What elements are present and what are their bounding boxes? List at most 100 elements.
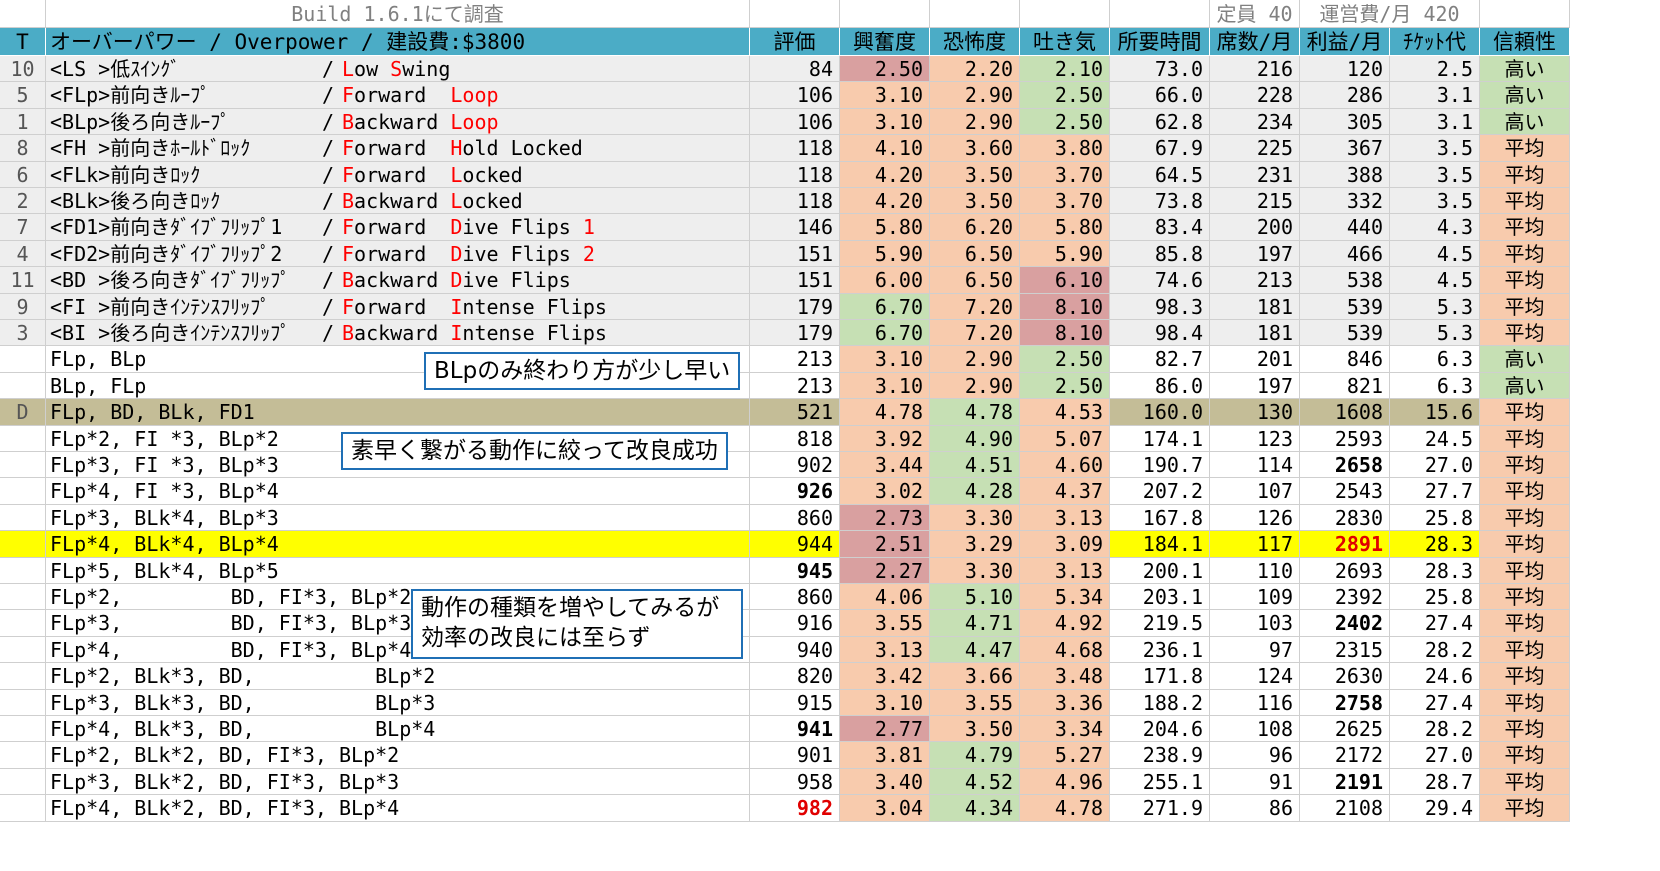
ride-name-cell[interactable]: FLp*4, BLk*4, BLp*4	[46, 531, 750, 558]
header-nausea[interactable]: 吐き気	[1020, 28, 1110, 56]
duration-cell[interactable]: 74.6	[1110, 267, 1210, 294]
row-id-cell[interactable]	[0, 584, 46, 611]
nausea-cell[interactable]: 3.48	[1020, 663, 1110, 690]
excitement-cell[interactable]: 2.51	[840, 531, 930, 558]
nausea-cell[interactable]: 2.50	[1020, 108, 1110, 136]
duration-cell[interactable]: 67.9	[1110, 135, 1210, 162]
excitement-cell[interactable]: 3.55	[840, 610, 930, 637]
profit-cell[interactable]: 2108	[1300, 795, 1390, 822]
seats-cell[interactable]: 231	[1210, 161, 1300, 188]
reliability-cell[interactable]: 高い	[1480, 56, 1570, 83]
row-id-cell[interactable]: 5	[0, 82, 46, 109]
rating-cell[interactable]: 916	[750, 610, 840, 637]
seats-cell[interactable]: 124	[1210, 663, 1300, 690]
rating-cell[interactable]: 84	[750, 56, 840, 83]
row-id-cell[interactable]: 2	[0, 188, 46, 215]
profit-cell[interactable]: 539	[1300, 320, 1390, 347]
intensity-cell[interactable]: 5.10	[930, 584, 1020, 611]
intensity-cell[interactable]: 3.30	[930, 504, 1020, 532]
reliability-cell[interactable]: 平均	[1480, 663, 1570, 690]
row-id-cell[interactable]	[0, 557, 46, 584]
profit-cell[interactable]: 2172	[1300, 742, 1390, 769]
row-id-cell[interactable]	[0, 663, 46, 690]
header-title[interactable]: オーバーパワー / Overpower / 建設費:$3800	[46, 28, 750, 56]
intensity-cell[interactable]: 2.90	[930, 82, 1020, 109]
duration-cell[interactable]: 255.1	[1110, 768, 1210, 796]
intensity-cell[interactable]: 2.20	[930, 56, 1020, 83]
ticket-cell[interactable]: 4.5	[1390, 267, 1480, 294]
excitement-cell[interactable]: 3.10	[840, 372, 930, 400]
ride-name-cell[interactable]: FLp*4, BLk*2, BD, FI*3, BLp*4	[46, 795, 750, 822]
rating-cell[interactable]: 941	[750, 716, 840, 743]
row-id-cell[interactable]: 8	[0, 135, 46, 162]
nausea-cell[interactable]: 2.50	[1020, 346, 1110, 373]
intensity-cell[interactable]: 6.50	[930, 240, 1020, 268]
excitement-cell[interactable]: 2.50	[840, 56, 930, 83]
ticket-cell[interactable]: 4.5	[1390, 240, 1480, 268]
ticket-cell[interactable]: 24.6	[1390, 663, 1480, 690]
row-id-cell[interactable]: 3	[0, 320, 46, 347]
nausea-cell[interactable]: 5.07	[1020, 425, 1110, 452]
row-id-cell[interactable]: 1	[0, 108, 46, 136]
row-id-cell[interactable]	[0, 452, 46, 479]
rating-cell[interactable]: 982	[750, 795, 840, 822]
seats-cell[interactable]: 130	[1210, 399, 1300, 426]
nausea-cell[interactable]: 3.80	[1020, 135, 1110, 162]
reliability-cell[interactable]: 高い	[1480, 346, 1570, 373]
profit-cell[interactable]: 2625	[1300, 716, 1390, 743]
duration-cell[interactable]: 98.3	[1110, 293, 1210, 320]
header-t[interactable]: T	[0, 28, 46, 56]
row-id-cell[interactable]	[0, 716, 46, 743]
duration-cell[interactable]: 190.7	[1110, 452, 1210, 479]
seats-cell[interactable]: 109	[1210, 584, 1300, 611]
row-id-cell[interactable]: 11	[0, 267, 46, 294]
intensity-cell[interactable]: 4.28	[930, 478, 1020, 505]
rating-cell[interactable]: 902	[750, 452, 840, 479]
ticket-cell[interactable]: 28.2	[1390, 636, 1480, 664]
duration-cell[interactable]: 184.1	[1110, 531, 1210, 558]
ride-name-cell[interactable]: FLp*3, BLk*3, BD, BLp*3	[46, 689, 750, 716]
ticket-cell[interactable]: 3.5	[1390, 135, 1480, 162]
excitement-cell[interactable]: 4.78	[840, 399, 930, 426]
profit-cell[interactable]: 2693	[1300, 557, 1390, 584]
seats-cell[interactable]: 126	[1210, 504, 1300, 532]
duration-cell[interactable]: 203.1	[1110, 584, 1210, 611]
ride-name-cell[interactable]: <FD1>前向きﾀﾞｲﾌﾞﾌﾘｯﾌﾟ1/ Forward Dive Flips …	[46, 214, 750, 241]
nausea-cell[interactable]: 3.70	[1020, 188, 1110, 215]
seats-cell[interactable]: 228	[1210, 82, 1300, 109]
rating-cell[interactable]: 820	[750, 663, 840, 690]
ticket-cell[interactable]: 25.8	[1390, 504, 1480, 532]
profit-cell[interactable]: 2593	[1300, 425, 1390, 452]
intensity-cell[interactable]: 3.50	[930, 716, 1020, 743]
rating-cell[interactable]: 818	[750, 425, 840, 452]
nausea-cell[interactable]: 3.13	[1020, 504, 1110, 532]
ride-name-cell[interactable]: FLp*3, BLk*2, BD, FI*3, BLp*3	[46, 768, 750, 796]
header-excitement[interactable]: 興奮度	[840, 28, 930, 56]
rating-cell[interactable]: 179	[750, 320, 840, 347]
reliability-cell[interactable]: 平均	[1480, 478, 1570, 505]
intensity-cell[interactable]: 2.90	[930, 346, 1020, 373]
intensity-cell[interactable]: 3.30	[930, 557, 1020, 584]
nausea-cell[interactable]: 8.10	[1020, 320, 1110, 347]
intensity-cell[interactable]: 4.47	[930, 636, 1020, 664]
intensity-cell[interactable]: 3.60	[930, 135, 1020, 162]
nausea-cell[interactable]: 3.34	[1020, 716, 1110, 743]
ride-name-cell[interactable]: <BLk>後ろ向きﾛｯｸ / Backward Locked	[46, 188, 750, 215]
reliability-cell[interactable]: 平均	[1480, 610, 1570, 637]
rating-cell[interactable]: 213	[750, 372, 840, 400]
intensity-cell[interactable]: 4.71	[930, 610, 1020, 637]
ride-name-cell[interactable]: <BLp>後ろ向きﾙｰﾌﾟ / Backward Loop	[46, 108, 750, 136]
ride-name-cell[interactable]: FLp*5, BLk*4, BLp*5	[46, 557, 750, 584]
excitement-cell[interactable]: 3.42	[840, 663, 930, 690]
duration-cell[interactable]: 66.0	[1110, 82, 1210, 109]
rating-cell[interactable]: 926	[750, 478, 840, 505]
seats-cell[interactable]: 123	[1210, 425, 1300, 452]
ride-name-cell[interactable]: <BI >後ろ向きｲﾝﾃﾝｽﾌﾘｯﾌﾟ / Backward Intense Fl…	[46, 320, 750, 347]
excitement-cell[interactable]: 3.81	[840, 742, 930, 769]
rating-cell[interactable]: 179	[750, 293, 840, 320]
intensity-cell[interactable]: 4.51	[930, 452, 1020, 479]
ride-name-cell[interactable]: FLp*4, BLk*3, BD, BLp*4	[46, 716, 750, 743]
profit-cell[interactable]: 2758	[1300, 689, 1390, 716]
reliability-cell[interactable]: 平均	[1480, 452, 1570, 479]
ride-name-cell[interactable]: <BD >後ろ向きﾀﾞｲﾌﾞﾌﾘｯﾌﾟ / Backward Dive Flips	[46, 267, 750, 294]
